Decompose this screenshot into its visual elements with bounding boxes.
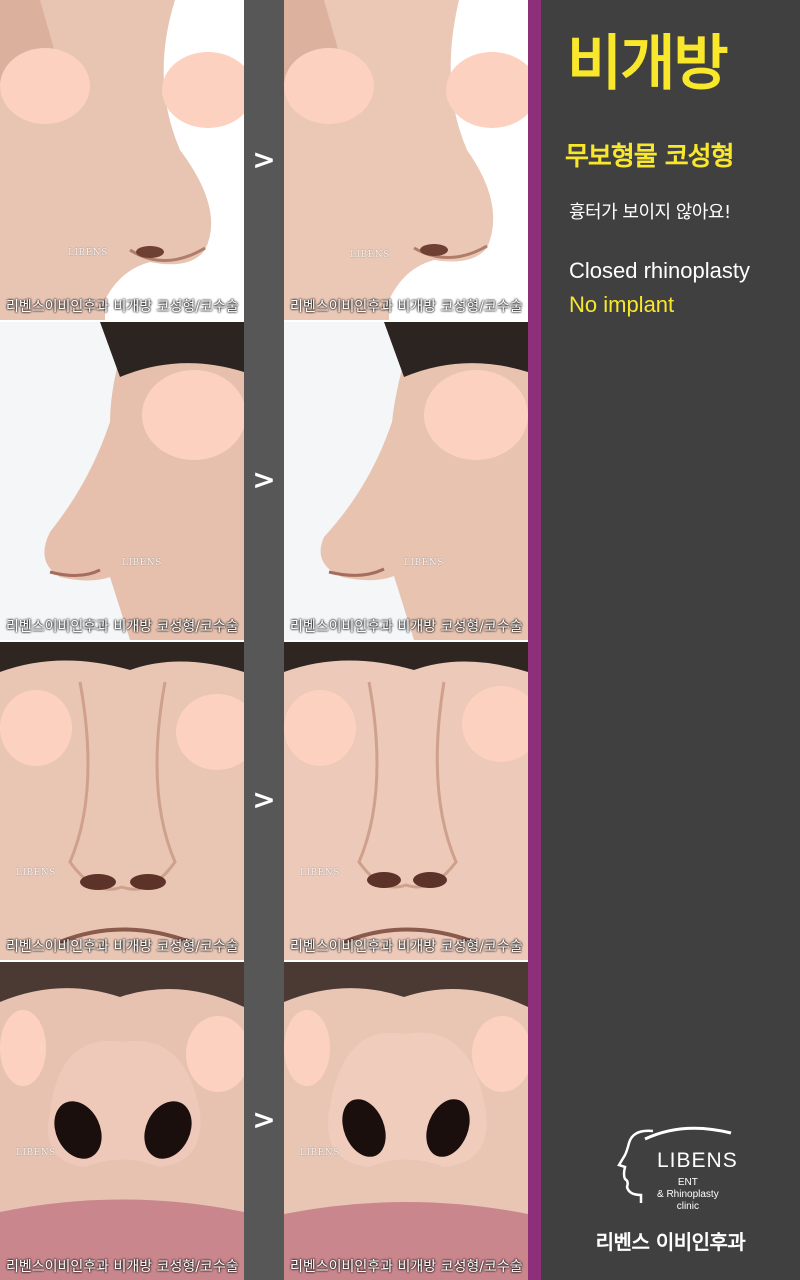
- photo-caption: 리벤스이비인후과 비개방 코성형/코수술: [6, 1259, 239, 1275]
- photo-watermark: LIBENS: [16, 868, 56, 878]
- privacy-mask-left: [0, 48, 90, 124]
- photo-watermark: LIBENS: [350, 250, 390, 260]
- photo-basal-before: LIBENS 리벤스이비인후과 비개방 코성형/코수술: [0, 962, 244, 1280]
- photo-profile-before: LIBENS 리벤스이비인후과 비개방 코성형/코수술: [0, 322, 244, 640]
- privacy-mask-eye: [142, 370, 244, 460]
- profile-face-illustration: [284, 322, 528, 640]
- photo-oblique-after: LIBENS 리벤스이비인후과 비개방 코성형/코수술: [284, 0, 528, 320]
- privacy-mask-eye: [424, 370, 528, 460]
- logo-wordmark: LIBENS: [657, 1149, 738, 1172]
- photo-watermark: LIBENS: [300, 1148, 340, 1158]
- comparison-arrow-icon: >: [252, 783, 276, 816]
- clinic-name: 리벤스 이비인후과: [595, 1230, 746, 1254]
- photo-caption: 리벤스이비인후과 비개방 코성형/코수술: [6, 619, 239, 635]
- privacy-mask-left: [284, 690, 356, 766]
- photo-watermark: LIBENS: [300, 868, 340, 878]
- basal-face-illustration: [284, 962, 528, 1280]
- english-title: Closed rhinoplasty: [569, 258, 750, 283]
- page-title: 비개방: [567, 29, 729, 99]
- comparison-divider: [244, 0, 284, 1280]
- photo-caption: 리벤스이비인후과 비개방 코성형/코수술: [6, 299, 239, 315]
- privacy-mask-right: [472, 1016, 528, 1092]
- photo-watermark: LIBENS: [122, 558, 162, 568]
- photo-caption: 리벤스이비인후과 비개방 코성형/코수술: [290, 1259, 523, 1275]
- tagline: 흉터가 보이지 않아요!: [569, 202, 731, 223]
- photo-caption: 리벤스이비인후과 비개방 코성형/코수술: [290, 939, 523, 955]
- privacy-mask-right: [446, 52, 528, 128]
- photo-caption: 리벤스이비인후과 비개방 코성형/코수술: [290, 299, 523, 315]
- accent-stripe: [528, 0, 541, 1280]
- photo-watermark: LIBENS: [404, 558, 444, 568]
- photo-frontal-after: LIBENS 리벤스이비인후과 비개방 코성형/코수술: [284, 642, 528, 960]
- photo-caption: 리벤스이비인후과 비개방 코성형/코수술: [290, 619, 523, 635]
- privacy-mask-left: [284, 1010, 330, 1086]
- photo-oblique-before: LIBENS 리벤스이비인후과 비개방 코성형/코수술: [0, 0, 244, 320]
- photo-basal-after: LIBENS 리벤스이비인후과 비개방 코성형/코수술: [284, 962, 528, 1280]
- english-subtitle: No implant: [569, 292, 675, 317]
- page-subtitle: 무보형물 코성형: [565, 142, 734, 172]
- comparison-arrow-icon: >: [252, 1103, 276, 1136]
- privacy-mask-left: [0, 1010, 46, 1086]
- photo-caption: 리벤스이비인후과 비개방 코성형/코수술: [6, 939, 239, 955]
- comparison-arrow-icon: >: [252, 463, 276, 496]
- privacy-mask-left: [0, 690, 72, 766]
- basal-face-illustration: [0, 962, 244, 1280]
- logo-swoosh-icon: [644, 1126, 732, 1141]
- info-panel: 비개방 무보형물 코성형 흉터가 보이지 않아요! Closed rhinopl…: [541, 0, 800, 1280]
- privacy-mask-right: [186, 1016, 244, 1092]
- privacy-mask-right: [162, 52, 244, 128]
- photo-watermark: LIBENS: [68, 248, 108, 258]
- photo-watermark: LIBENS: [16, 1148, 56, 1158]
- comparison-arrow-icon: >: [252, 143, 276, 176]
- clinic-logo: LIBENS ENT & Rhinoplasty clinic: [613, 1125, 737, 1212]
- photo-frontal-before: LIBENS 리벤스이비인후과 비개방 코성형/코수술: [0, 642, 244, 960]
- profile-face-illustration: [0, 322, 244, 640]
- logo-subtitle: ENT & Rhinoplasty clinic: [657, 1177, 719, 1212]
- privacy-mask-left: [284, 48, 374, 124]
- photo-profile-after: LIBENS 리벤스이비인후과 비개방 코성형/코수술: [284, 322, 528, 640]
